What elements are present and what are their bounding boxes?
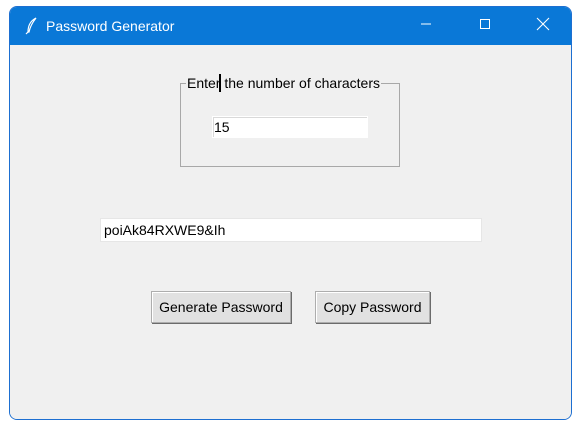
title-bar[interactable]: Password Generator	[10, 7, 571, 45]
maximize-button[interactable]	[462, 7, 508, 45]
close-icon	[536, 17, 550, 36]
text-cursor	[219, 74, 221, 92]
window-content: Enter the number of characters Generate …	[10, 45, 571, 419]
length-group-label: Enter the number of characters	[186, 75, 381, 91]
maximize-icon	[479, 17, 491, 35]
window-title: Password Generator	[46, 18, 175, 34]
close-button[interactable]	[520, 7, 566, 45]
copy-password-button[interactable]: Copy Password	[315, 291, 430, 323]
length-groupbox: Enter the number of characters	[180, 75, 400, 167]
length-input[interactable]	[212, 116, 368, 138]
app-window: Password Generator Enter the number of c…	[9, 6, 572, 420]
password-output-field[interactable]	[100, 218, 482, 242]
minimize-icon	[420, 17, 432, 35]
generate-password-button[interactable]: Generate Password	[151, 291, 291, 323]
feather-icon	[24, 17, 40, 35]
minimize-button[interactable]	[403, 7, 449, 45]
